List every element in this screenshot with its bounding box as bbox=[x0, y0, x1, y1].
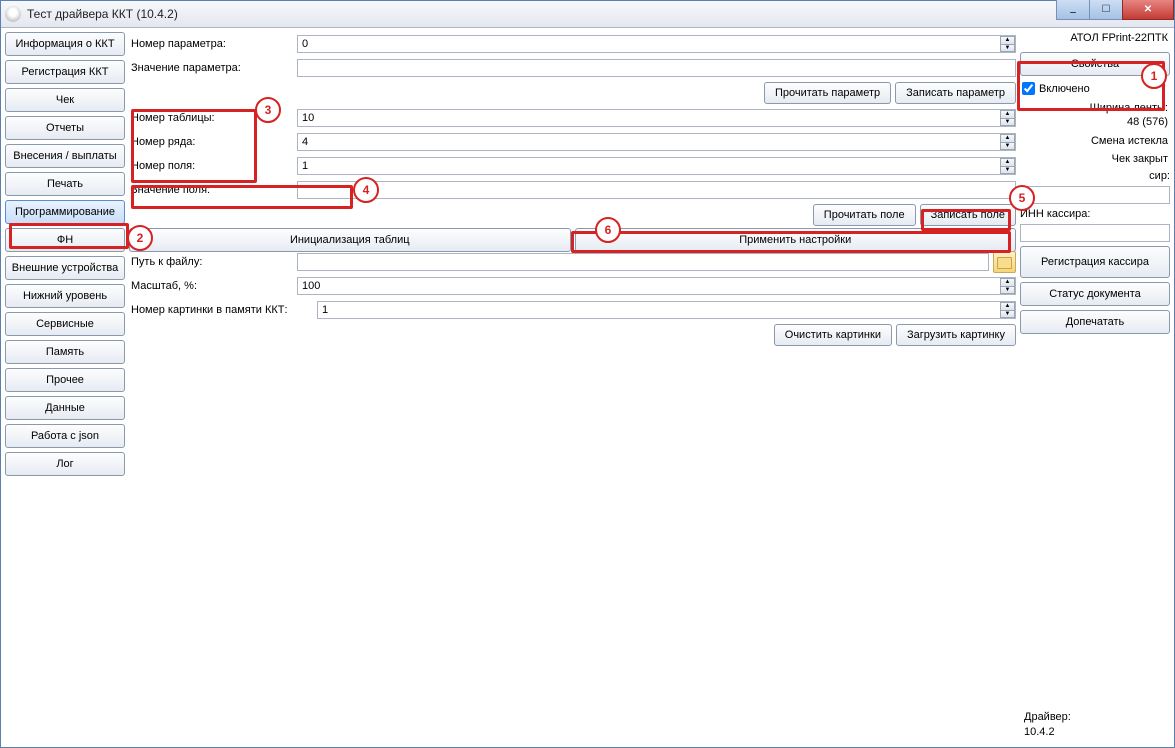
maximize-button[interactable] bbox=[1089, 0, 1123, 20]
sidebar-item-programming[interactable]: Программирование bbox=[5, 200, 125, 224]
app-icon bbox=[5, 6, 21, 22]
sidebar-item-receipt[interactable]: Чек bbox=[5, 88, 125, 112]
spin-up-icon[interactable] bbox=[1000, 302, 1015, 311]
clear-images-button[interactable]: Очистить картинки bbox=[774, 324, 892, 346]
spin-down-icon[interactable] bbox=[1000, 287, 1015, 295]
properties-button[interactable]: Свойства bbox=[1020, 52, 1170, 76]
tape-width-label: Ширина ленты: bbox=[1020, 101, 1168, 115]
sidebar-item-external[interactable]: Внешние устройства bbox=[5, 256, 125, 280]
spin-down-icon[interactable] bbox=[1000, 143, 1015, 151]
cashier-inn-input[interactable] bbox=[1020, 224, 1170, 242]
spin-up-icon[interactable] bbox=[1000, 110, 1015, 119]
shift-status: Смена истекла bbox=[1020, 134, 1170, 148]
spin-up-icon[interactable] bbox=[1000, 134, 1015, 143]
window-title: Тест драйвера ККТ (10.4.2) bbox=[27, 7, 178, 21]
tape-width-value: 48 (576) bbox=[1020, 115, 1168, 129]
load-image-button[interactable]: Загрузить картинку bbox=[896, 324, 1016, 346]
field-value-input[interactable] bbox=[297, 181, 1016, 199]
minimize-button[interactable] bbox=[1056, 0, 1090, 20]
apply-settings-button[interactable]: Применить настройки bbox=[575, 228, 1017, 252]
spin-down-icon[interactable] bbox=[1000, 45, 1015, 53]
write-param-button[interactable]: Записать параметр bbox=[895, 82, 1016, 104]
read-field-button[interactable]: Прочитать поле bbox=[813, 204, 916, 226]
app-window: Тест драйвера ККТ (10.4.2) Информация о … bbox=[0, 0, 1175, 748]
titlebar: Тест драйвера ККТ (10.4.2) bbox=[1, 1, 1174, 28]
sidebar-item-reports[interactable]: Отчеты bbox=[5, 116, 125, 140]
param-number-input[interactable] bbox=[297, 35, 1016, 53]
image-number-input[interactable] bbox=[317, 301, 1016, 319]
spin-up-icon[interactable] bbox=[1000, 278, 1015, 287]
image-number-label: Номер картинки в памяти ККТ: bbox=[129, 304, 311, 316]
spin-down-icon[interactable] bbox=[1000, 311, 1015, 319]
register-cashier-button[interactable]: Регистрация кассира bbox=[1020, 246, 1170, 278]
spin-up-icon[interactable] bbox=[1000, 158, 1015, 167]
scale-label: Масштаб, %: bbox=[129, 280, 291, 292]
row-number-label: Номер ряда: bbox=[129, 136, 291, 148]
sidebar-item-log[interactable]: Лог bbox=[5, 452, 125, 476]
sidebar-item-fn[interactable]: ФН bbox=[5, 228, 125, 252]
row-number-input[interactable] bbox=[297, 133, 1016, 151]
right-panel: АТОЛ FPrint-22ПТК Свойства Включено Шири… bbox=[1020, 32, 1170, 743]
reprint-button[interactable]: Допечатать bbox=[1020, 310, 1170, 334]
device-name: АТОЛ FPrint-22ПТК bbox=[1020, 32, 1170, 48]
table-number-label: Номер таблицы: bbox=[129, 112, 291, 124]
table-number-input[interactable] bbox=[297, 109, 1016, 127]
init-tables-button[interactable]: Инициализация таблиц bbox=[129, 228, 571, 252]
sidebar-item-json[interactable]: Работа с json bbox=[5, 424, 125, 448]
sidebar-item-other[interactable]: Прочее bbox=[5, 368, 125, 392]
sidebar-item-data[interactable]: Данные bbox=[5, 396, 125, 420]
browse-folder-icon[interactable] bbox=[993, 251, 1016, 273]
file-path-input[interactable] bbox=[297, 253, 989, 271]
sidebar-item-service[interactable]: Сервисные bbox=[5, 312, 125, 336]
enabled-label: Включено bbox=[1039, 83, 1090, 95]
field-number-label: Номер поля: bbox=[129, 160, 291, 172]
scale-input[interactable] bbox=[297, 277, 1016, 295]
cashier-inn-label: ИНН кассира: bbox=[1020, 208, 1170, 220]
file-path-label: Путь к файлу: bbox=[129, 256, 291, 268]
field-number-input[interactable] bbox=[297, 157, 1016, 175]
sidebar: Информация о ККТ Регистрация ККТ Чек Отч… bbox=[5, 32, 125, 743]
doc-status-button[interactable]: Статус документа bbox=[1020, 282, 1170, 306]
sidebar-item-print[interactable]: Печать bbox=[5, 172, 125, 196]
read-param-button[interactable]: Прочитать параметр bbox=[764, 82, 891, 104]
main-panel: Номер параметра: Значение параметра: Про… bbox=[129, 32, 1016, 743]
spin-down-icon[interactable] bbox=[1000, 119, 1015, 127]
cashier-label-partial: сир: bbox=[1020, 170, 1170, 182]
param-number-label: Номер параметра: bbox=[129, 38, 291, 50]
close-button[interactable] bbox=[1122, 0, 1174, 20]
sidebar-item-lowlevel[interactable]: Нижний уровень bbox=[5, 284, 125, 308]
sidebar-item-cash[interactable]: Внесения / выплаты bbox=[5, 144, 125, 168]
write-field-button[interactable]: Записать поле bbox=[920, 204, 1016, 226]
param-value-label: Значение параметра: bbox=[129, 62, 291, 74]
param-value-input[interactable] bbox=[297, 59, 1016, 77]
field-value-label: Значение поля: bbox=[129, 184, 291, 196]
sidebar-item-registration[interactable]: Регистрация ККТ bbox=[5, 60, 125, 84]
sidebar-item-info[interactable]: Информация о ККТ bbox=[5, 32, 125, 56]
spin-down-icon[interactable] bbox=[1000, 167, 1015, 175]
driver-version: Драйвер: 10.4.2 bbox=[1024, 710, 1071, 739]
spin-up-icon[interactable] bbox=[1000, 36, 1015, 45]
enabled-checkbox[interactable] bbox=[1022, 82, 1035, 95]
receipt-status: Чек закрыт bbox=[1020, 152, 1170, 166]
sidebar-item-memory[interactable]: Память bbox=[5, 340, 125, 364]
cashier-input[interactable] bbox=[1020, 186, 1170, 204]
